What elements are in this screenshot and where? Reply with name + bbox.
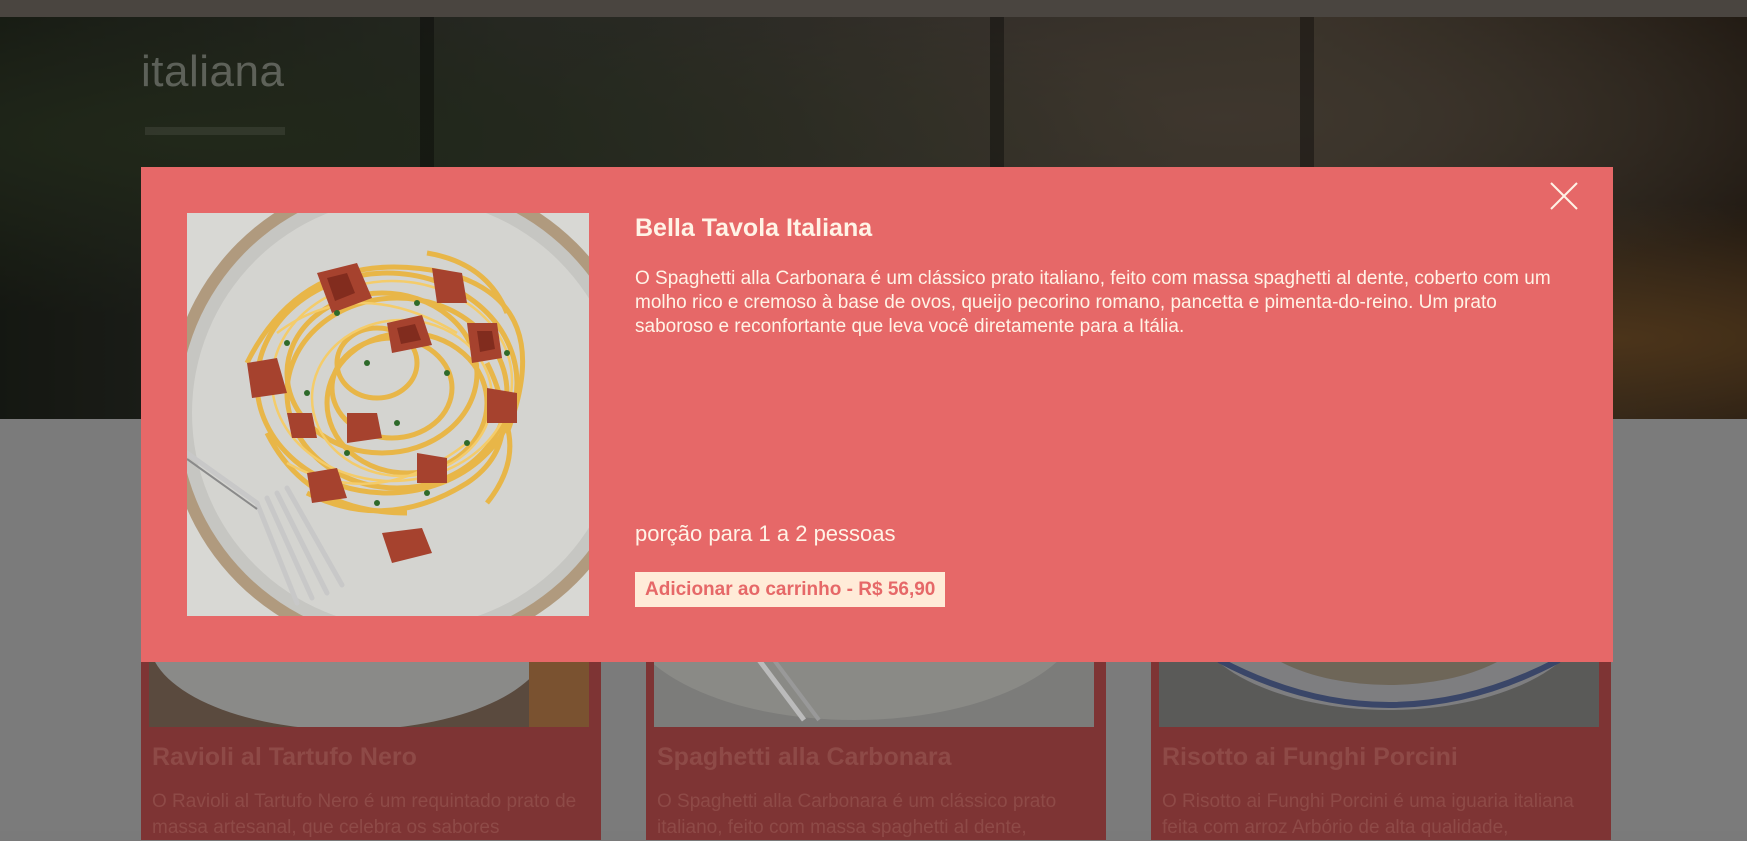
top-bar (0, 0, 1747, 17)
modal-title: Bella Tavola Italiana (635, 214, 873, 242)
product-modal: Bella Tavola Italiana O Spaghetti alla C… (141, 167, 1613, 662)
card-title: Ravioli al Tartufo Nero (152, 743, 417, 771)
brand-tagline (145, 127, 285, 135)
add-to-cart-button[interactable]: Adicionar ao carrinho - R$ 56,90 (635, 572, 946, 607)
modal-description: O Spaghetti alla Carbonara é um clássico… (635, 268, 1551, 337)
brand-logo[interactable]: italiana (141, 47, 284, 97)
card-title: Spaghetti alla Carbonara (657, 743, 952, 771)
card-description: O Ravioli al Tartufo Nero é um requintad… (152, 791, 577, 838)
portion-info: porção para 1 a 2 pessoas (635, 521, 896, 546)
card-title: Risotto ai Funghi Porcini (1162, 743, 1458, 771)
card-description: O Spaghetti alla Carbonara é um clássico… (657, 791, 1057, 838)
card-description: O Risotto ai Funghi Porcini é uma iguari… (1162, 791, 1574, 838)
close-icon[interactable] (1548, 180, 1580, 212)
spaghetti-carbonara-image (187, 213, 589, 616)
